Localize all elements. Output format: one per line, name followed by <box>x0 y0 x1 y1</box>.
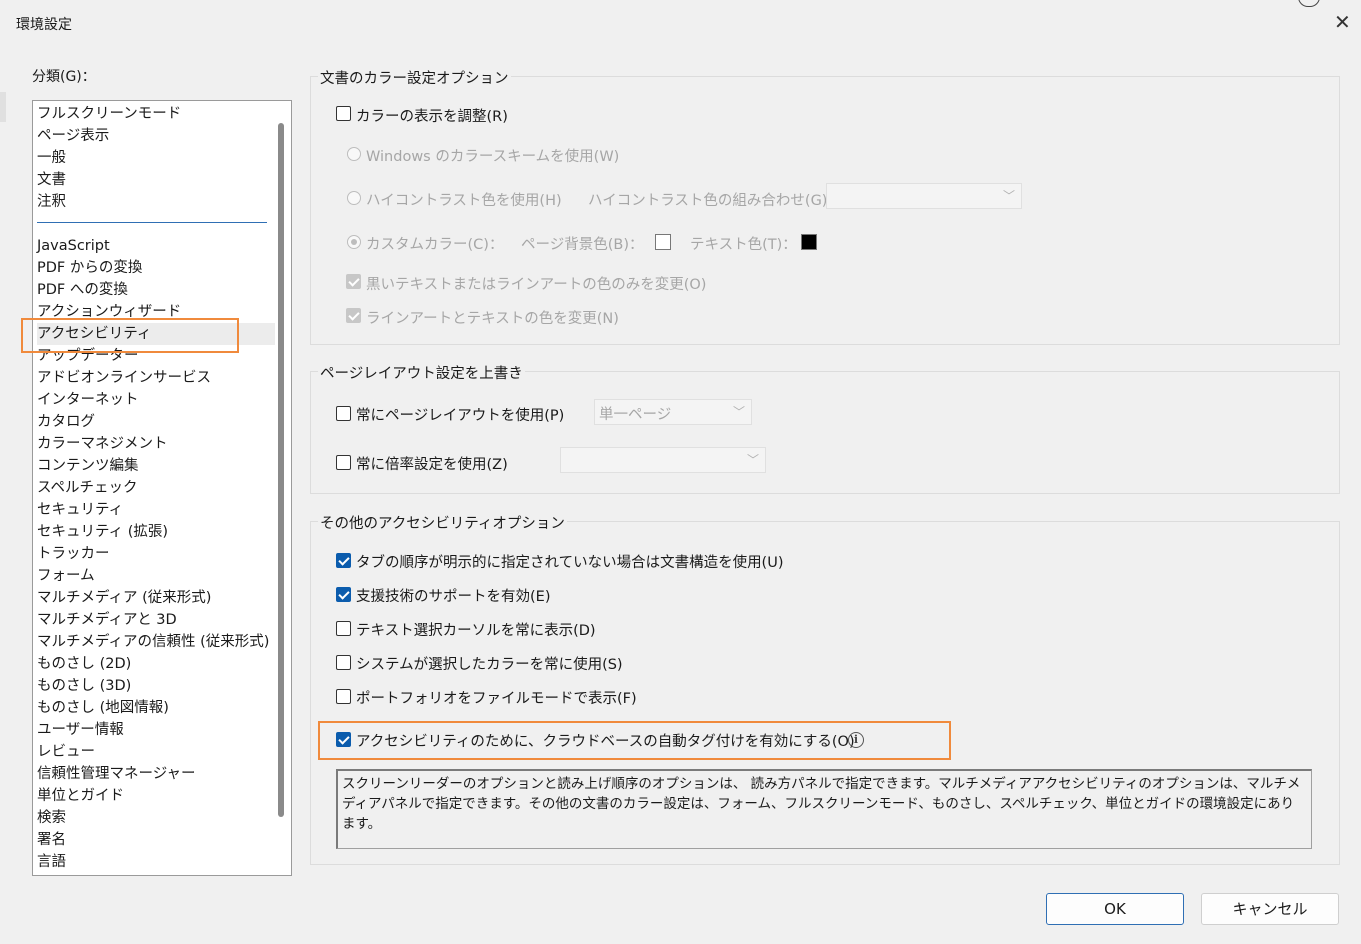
color-options-title: 文書のカラー設定オプション <box>318 67 511 88</box>
category-item[interactable]: マルチメディア (従来形式) <box>37 587 211 609</box>
page-bg-label: ページ背景色(B)： <box>521 237 644 253</box>
ok-button[interactable]: OK <box>1046 893 1184 925</box>
category-item[interactable]: カラーマネジメント <box>37 433 168 455</box>
category-item[interactable]: ものさし (3D) <box>37 675 131 697</box>
category-item[interactable]: マルチメディアと 3D <box>37 609 177 631</box>
layout-combo-value: 単一ページ <box>599 407 672 423</box>
category-list[interactable]: フルスクリーンモード ページ表示 一般 文書 注釈 JavaScript PDF からの変換… <box>32 100 292 876</box>
category-item[interactable]: PDF への変換 <box>37 279 128 301</box>
portfolio-file-mode-label: ポートフォリオをファイルモードで表示(F) <box>356 691 637 707</box>
adjust-colors-label: カラーの表示を調整(R) <box>356 109 508 125</box>
high-contrast-combo-label: ハイコントラスト色の組み合わせ(G)： <box>588 193 842 209</box>
category-item[interactable]: レビュー <box>37 741 95 763</box>
always-layout-label: 常にページレイアウトを使用(P) <box>356 408 565 424</box>
info-icon[interactable]: i <box>848 732 864 748</box>
change-line-art-label: ラインアートとテキストの色を変更(N) <box>366 311 619 327</box>
change-line-art-checkbox[interactable] <box>346 308 361 323</box>
windows-scheme-radio[interactable] <box>347 147 361 161</box>
use-doc-structure-label: タブの順序が明示的に指定されていない場合は文書構造を使用(U) <box>356 555 784 571</box>
background-window-glyph <box>1298 0 1320 7</box>
category-item[interactable]: 言語 <box>37 851 66 873</box>
category-item[interactable]: フルスクリーンモード <box>37 103 181 125</box>
custom-color-label: カスタムカラー(C)： <box>366 237 504 253</box>
category-scrollbar[interactable] <box>278 123 284 817</box>
description-text: スクリーンリーダーのオプションと読み上げ順序のオプションは、 読み方パネルで指定… <box>336 769 1312 849</box>
category-item[interactable]: インターネット <box>37 389 139 411</box>
text-color-label: テキスト色(T)： <box>690 237 797 253</box>
cancel-button[interactable]: キャンセル <box>1201 893 1339 925</box>
adjust-colors-checkbox[interactable] <box>336 106 351 121</box>
window-title: 環境設定 <box>16 17 72 33</box>
use-doc-structure-checkbox[interactable] <box>336 553 351 568</box>
always-zoom-label: 常に倍率設定を使用(Z) <box>356 457 508 473</box>
category-item[interactable]: アクションウィザード <box>37 301 181 323</box>
category-item[interactable]: カタログ <box>37 411 95 433</box>
portfolio-file-mode-checkbox[interactable] <box>336 689 351 704</box>
category-item[interactable]: マルチメディアの信頼性 (従来形式) <box>37 631 269 653</box>
category-item[interactable]: ページ表示 <box>37 125 109 147</box>
text-cursor-label: テキスト選択カーソルを常に表示(D) <box>356 623 596 639</box>
chevron-down-icon: ﹀ <box>732 405 745 419</box>
category-item[interactable]: セキュリティ <box>37 499 123 521</box>
layout-override-title: ページレイアウト設定を上書き <box>318 362 525 383</box>
category-item[interactable]: アドビオンラインサービス <box>37 367 211 389</box>
only-black-text-label: 黒いテキストまたはラインアートの色のみを変更(O) <box>366 277 707 293</box>
category-item[interactable]: 文書 <box>37 169 66 191</box>
category-item[interactable]: PDF からの変換 <box>37 257 142 279</box>
assistive-tech-checkbox[interactable] <box>336 587 351 602</box>
windows-scheme-label: Windows のカラースキームを使用(W) <box>366 149 620 165</box>
cloud-autotag-checkbox[interactable] <box>336 732 351 747</box>
high-contrast-radio[interactable] <box>347 191 361 205</box>
category-separator <box>37 222 267 223</box>
always-layout-checkbox[interactable] <box>336 406 351 421</box>
category-item[interactable]: 検索 <box>37 807 66 829</box>
custom-color-radio[interactable] <box>347 235 361 249</box>
system-colors-label: システムが選択したカラーを常に使用(S) <box>356 657 623 673</box>
text-cursor-checkbox[interactable] <box>336 621 351 636</box>
zoom-combo[interactable]: ﹀ <box>560 447 766 473</box>
category-item[interactable]: スペルチェック <box>37 477 137 499</box>
only-black-text-checkbox[interactable] <box>346 274 361 289</box>
category-item[interactable]: セキュリティ (拡張) <box>37 521 168 543</box>
system-colors-checkbox[interactable] <box>336 655 351 670</box>
chevron-down-icon: ﹀ <box>1002 189 1015 203</box>
category-item[interactable]: 注釈 <box>37 191 66 213</box>
chevron-down-icon: ﹀ <box>746 453 759 467</box>
category-item-selected[interactable]: アクセシビリティ <box>37 323 275 345</box>
category-item[interactable]: 署名 <box>37 829 66 851</box>
high-contrast-combo[interactable]: ﹀ <box>826 183 1022 209</box>
always-zoom-checkbox[interactable] <box>336 455 351 470</box>
window-edge <box>0 92 6 122</box>
close-icon[interactable]: ✕ <box>1334 10 1351 34</box>
category-item[interactable]: ものさし (地図情報) <box>37 697 169 719</box>
category-label: 分類(G)： <box>32 69 96 85</box>
category-item[interactable]: トラッカー <box>37 543 110 565</box>
layout-combo[interactable]: 単一ページ ﹀ <box>594 399 752 425</box>
category-item[interactable]: 単位とガイド <box>37 785 124 807</box>
assistive-tech-label: 支援技術のサポートを有効(E) <box>356 589 551 605</box>
category-item[interactable]: コンテンツ編集 <box>37 455 139 477</box>
category-item[interactable]: フォーム <box>37 565 95 587</box>
category-item[interactable]: 信頼性管理マネージャー <box>37 763 195 785</box>
category-item[interactable]: ユーザー情報 <box>37 719 124 741</box>
other-options-title: その他のアクセシビリティオプション <box>318 512 567 533</box>
category-item[interactable]: アップデーター <box>37 345 139 367</box>
text-color-swatch[interactable] <box>801 234 817 250</box>
layout-override-group <box>310 371 1340 494</box>
category-item[interactable]: 一般 <box>37 147 66 169</box>
category-item[interactable]: ものさし (2D) <box>37 653 131 675</box>
category-item[interactable]: JavaScript <box>37 235 110 257</box>
page-bg-swatch[interactable] <box>655 234 671 250</box>
high-contrast-label: ハイコントラスト色を使用(H) <box>366 193 562 209</box>
cloud-autotag-label: アクセシビリティのために、クラウドベースの自動タグ付けを有効にする(O) <box>356 734 855 750</box>
